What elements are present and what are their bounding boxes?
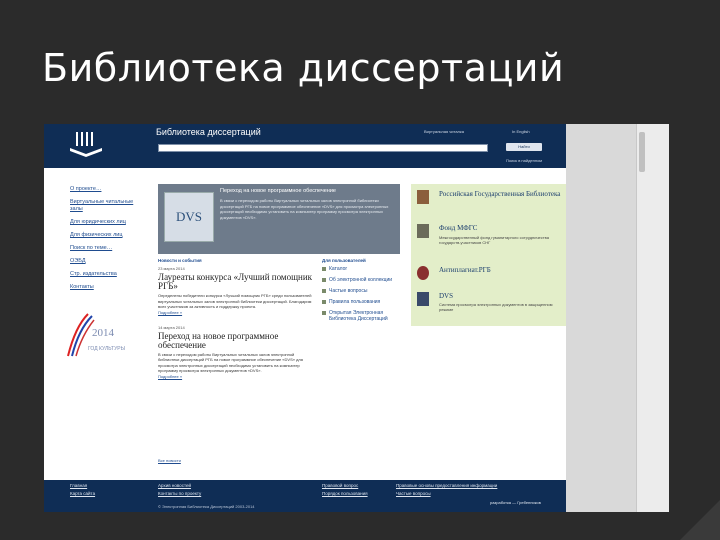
banner-title[interactable]: Переход на новое программное обеспечение [220,188,336,194]
user-link-faq[interactable]: Частые вопросы [322,288,400,294]
user-link-label: Правила пользования [329,299,381,305]
nav-item-publishers[interactable]: Стр. издательства [70,271,136,278]
news-more-link[interactable]: Подробнее » [158,310,314,315]
promo-banner[interactable]: DVS Переход на новое программное обеспеч… [158,184,400,254]
user-link-label: Открытая Электронная Библиотека Диссерта… [329,310,388,322]
footer-legal-basis-link[interactable]: Правовые основы предоставления информаци… [396,483,497,488]
nav-item-search-by-topic[interactable]: Поиск по теме… [70,245,136,252]
footer-faq-link[interactable]: Частые вопросы [396,491,431,496]
banner-text: В связи с переходом работы Виртуальных ч… [220,198,389,220]
year-of-culture-logo-icon: 2014 ГОД КУЛЬТУРЫ [67,313,126,357]
footer-legal-link[interactable]: Правовой вопрос [322,483,358,488]
antiplagiat-logo-icon [417,266,429,280]
news-more-link[interactable]: Подробнее » [158,374,314,379]
nav-item-individuals[interactable]: Для физических лиц [70,232,136,239]
partner-desc: Межгосударственный фонд гуманитарного со… [439,235,549,245]
partner-name: Антиплагиат.РГБ [439,266,491,274]
dvs-logo-text: DVS [175,209,202,224]
partner-desc: Система просмотра электронных документов… [439,302,553,312]
user-link-label: Об электронной коллекции [329,277,393,283]
news-date: 14 марта 2014 [158,324,185,330]
partner-name: Российская Государственная Библиотека [439,190,561,198]
nav-item-contacts[interactable]: Контакты [70,284,136,291]
dvs-small-logo-icon [417,292,429,306]
site-title[interactable]: Библиотека диссертаций [156,127,261,137]
footer-home-link[interactable]: Главная [70,483,87,488]
search-button[interactable]: Найти [506,143,542,151]
partner-name: DVS [439,292,454,300]
search-input[interactable] [158,144,488,152]
bullet-icon [322,278,326,282]
site-footer: Главная Карта сайта Архив новостей Конта… [44,480,566,512]
slide-corner-decoration [680,500,720,540]
year-logo-caption: ГОД КУЛЬТУРЫ [88,346,126,352]
search-in-results-link[interactable]: Поиск в найденном [506,158,542,163]
site-header: Библиотека диссертаций Виртуальная читал… [44,124,566,168]
user-link-catalog[interactable]: Каталог [322,266,400,272]
left-navigation: О проекте… Виртуальные читальные залы Дл… [70,186,136,297]
footer-project-contacts-link[interactable]: Контакты по проекту [158,491,201,496]
nav-item-about[interactable]: О проекте… [70,186,136,193]
library-website: Библиотека диссертаций Виртуальная читал… [44,124,566,512]
scrollbar-thumb[interactable] [639,132,645,172]
footer-sitemap-link[interactable]: Карта сайта [70,491,95,496]
nav-item-oebd[interactable]: ОЭБД [70,258,136,265]
user-link-collection[interactable]: Об электронной коллекции [322,277,400,283]
news-header: Новости и события [158,258,202,263]
footer-credit[interactable]: разработка — Гребенников [490,500,541,505]
partners-panel: Российская Государственная Библиотека Фо… [411,184,566,326]
mfgs-emblem-icon [417,224,429,238]
user-link-open-library[interactable]: Открытая Электронная Библиотека Диссерта… [322,310,400,322]
english-link[interactable]: In English [512,129,530,134]
bullet-icon [322,289,326,293]
news-list: 23 марта 2014 Лауреаты конкурса «Лучший … [158,266,314,379]
virtual-reading-room-link[interactable]: Виртуальная читалка [424,129,464,134]
dvs-logo: DVS [164,192,214,242]
news-date: 23 марта 2014 [158,266,185,271]
user-link-rules[interactable]: Правила пользования [322,299,400,305]
bullet-icon [322,267,326,271]
news-title-link[interactable]: Переход на новое программное обеспечение [158,331,314,350]
year-logo-text: 2014 [92,327,115,339]
news-item: 23 марта 2014 Лауреаты конкурса «Лучший … [158,266,314,315]
news-text: В связи с переходом работы Виртуальных ч… [158,351,303,374]
user-link-label: Каталог [329,266,348,272]
rgb-building-icon [417,190,429,204]
all-news-link[interactable]: Все новости [158,458,181,463]
scrollbar[interactable] [636,124,669,512]
nav-item-virtual-rooms[interactable]: Виртуальные читальные залы [70,199,136,213]
bullet-icon [322,311,326,315]
slide-title: Библиотека диссертаций [42,46,565,90]
news-item: 14 марта 2014 Переход на новое программн… [158,325,314,379]
footer-news-archive-link[interactable]: Архив новостей [158,483,191,488]
bullet-icon [322,300,326,304]
news-text: Определены победители конкурса «Лучший п… [158,293,312,309]
users-header: Для пользователей [322,258,366,263]
user-links: Каталог Об электронной коллекции Частые … [322,266,400,327]
nav-item-legal-entities[interactable]: Для юридических лиц [70,219,136,226]
news-title-link[interactable]: Лауреаты конкурса «Лучший помощник РГБ» [158,273,314,291]
library-logo-icon[interactable] [66,128,106,160]
footer-usage-link[interactable]: Порядок пользования [322,491,368,496]
browser-screenshot: Библиотека диссертаций Виртуальная читал… [44,124,668,512]
partner-name: Фонд МФГС [439,224,478,232]
user-link-label: Частые вопросы [329,288,368,294]
footer-copyright: © Электронная Библиотека Диссертаций 200… [158,504,255,509]
